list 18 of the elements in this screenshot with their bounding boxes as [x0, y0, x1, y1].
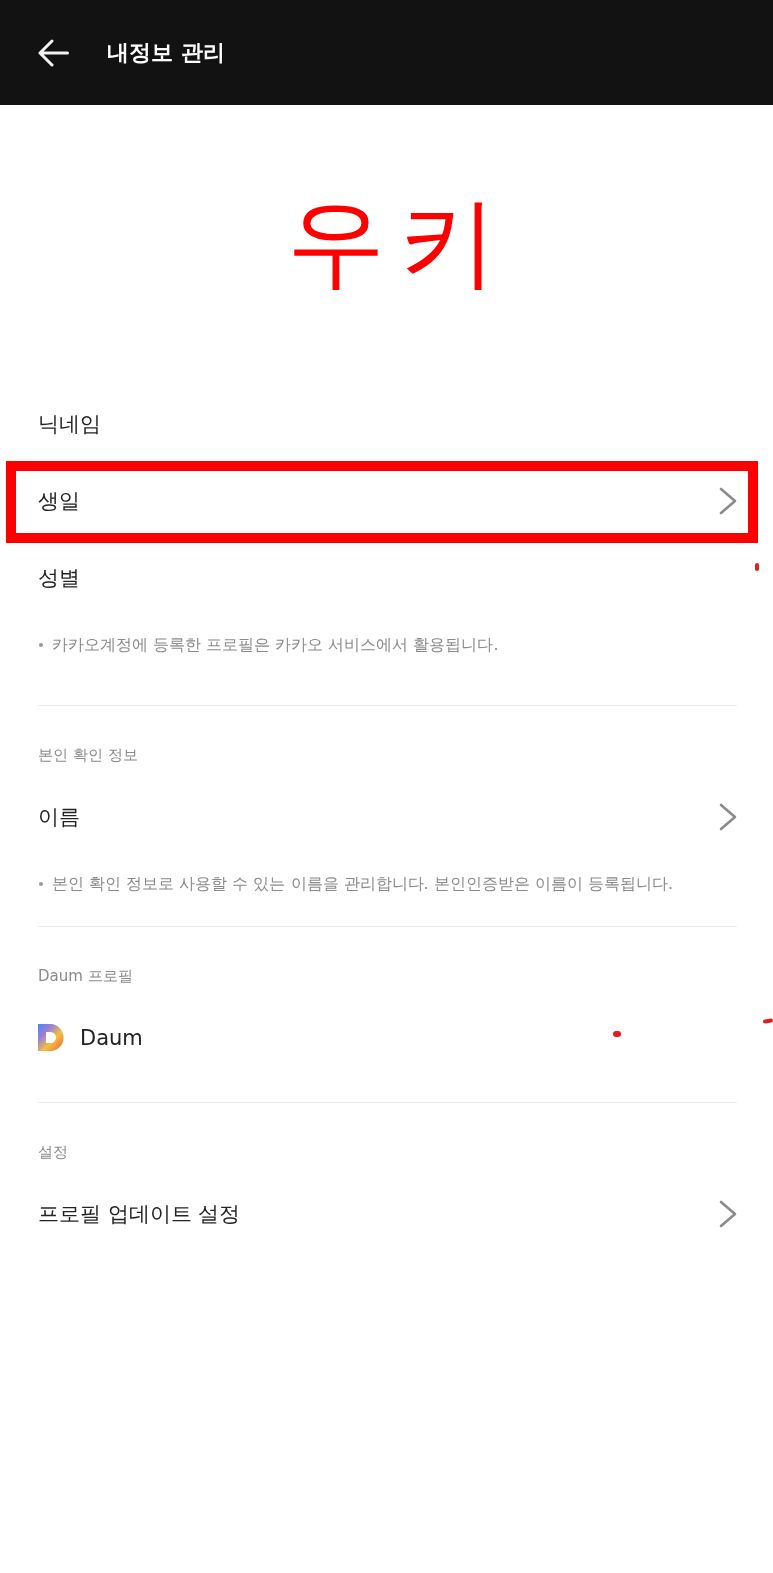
back-button[interactable] — [37, 38, 69, 67]
list-item[interactable]: 성별 — [38, 539, 737, 616]
d-logo-icon — [38, 1024, 64, 1051]
caption-text: 우키 — [285, 189, 511, 297]
note-text: 본인 확인 정보로 사용할 수 있는 이름을 관리합니다. 본인인증받은 이름이 등록됩니다. — [52, 873, 674, 895]
section-heading: 설정 — [38, 1142, 68, 1163]
bullet-icon — [39, 882, 43, 886]
list-item[interactable]: 생일 — [38, 462, 737, 539]
back-arrow-icon — [37, 38, 69, 67]
bullet-icon — [39, 643, 43, 647]
section-heading: Daum 프로필 — [38, 966, 133, 987]
list-item[interactable]: 프로필 업데이트 설정 — [38, 1175, 737, 1252]
note-text: 카카오계정에 등록한 프로필은 카카오 서비스에서 활용됩니다. — [52, 634, 499, 656]
list-item[interactable]: 닉네임 — [38, 385, 737, 462]
list-item[interactable]: 이름 — [38, 778, 737, 855]
page-title: 내정보 관리 — [107, 38, 225, 67]
list-item[interactable]: Daum — [38, 999, 737, 1076]
section-heading: 본인 확인 정보 — [38, 745, 138, 766]
